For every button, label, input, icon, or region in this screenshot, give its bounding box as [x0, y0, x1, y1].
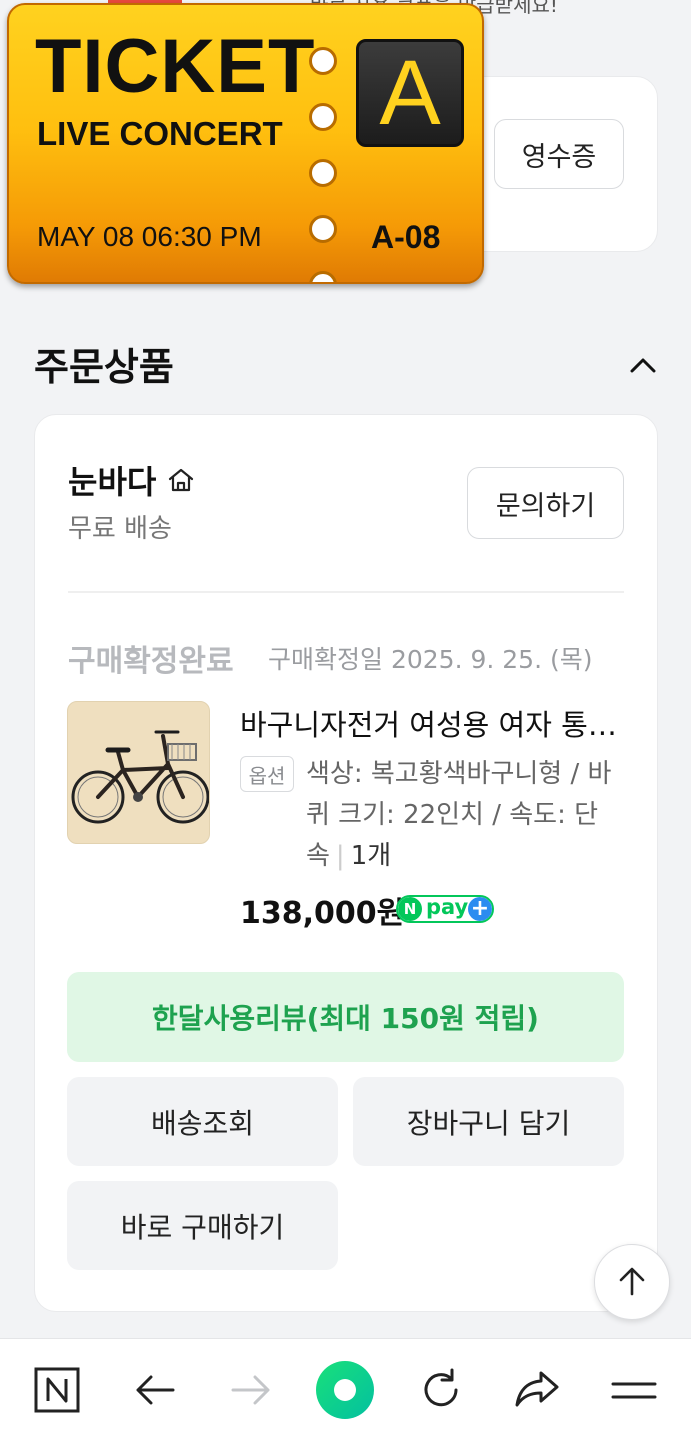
- ticket-seat: A-08: [371, 219, 441, 255]
- buy-now-button[interactable]: 바로 구매하기: [67, 1181, 338, 1270]
- seller-name[interactable]: 눈바다: [68, 457, 156, 503]
- order-status: 구매확정완료: [68, 644, 234, 679]
- arrow-up-icon: [619, 1267, 645, 1296]
- home-icon[interactable]: [166, 465, 196, 495]
- option-text: 색상: 복고황색바구니형 / 바퀴 크기: 22인치 / 속도: 단속 | 1개: [306, 754, 626, 877]
- share-button[interactable]: [507, 1360, 567, 1420]
- ticket-hole: [309, 159, 337, 187]
- confirm-date: 구매확정일 2025. 9. 25. (목): [268, 645, 593, 674]
- inquiry-button[interactable]: 문의하기: [467, 467, 624, 539]
- menu-button[interactable]: [604, 1360, 664, 1420]
- product-name[interactable]: 바구니자전거 여성용 여자 통학용 클래식 자전거: [240, 702, 620, 744]
- receipt-button[interactable]: 영수증: [494, 119, 624, 189]
- product-price: 138,000원: [240, 896, 405, 931]
- ticket-hole: [309, 271, 337, 282]
- menu-icon: [611, 1382, 657, 1399]
- ticket-hole: [309, 215, 337, 243]
- forward-arrow-icon: [231, 1375, 270, 1405]
- home-circle-button[interactable]: [315, 1360, 375, 1420]
- share-icon: [515, 1371, 559, 1407]
- npay-plus-badge: N pay +: [396, 895, 494, 923]
- back-button[interactable]: [125, 1360, 185, 1420]
- ticket-overlay: TICKET LIVE CONCERT MAY 08 06:30 PM A-08…: [7, 3, 484, 284]
- ticket-hole: [309, 47, 337, 75]
- option-badge: 옵션: [240, 756, 294, 792]
- npay-plus-icon: +: [468, 897, 492, 921]
- naver-n-icon: [34, 1367, 80, 1413]
- back-arrow-icon: [136, 1375, 175, 1405]
- quantity: 1개: [350, 841, 392, 871]
- product-thumbnail[interactable]: [67, 701, 210, 844]
- shipping-info: 무료 배송: [68, 514, 172, 544]
- npay-n-icon: N: [398, 897, 422, 921]
- divider: [68, 591, 624, 593]
- review-button[interactable]: 한달사용리뷰(최대 150원 적립): [67, 972, 624, 1062]
- ticket-datetime: MAY 08 06:30 PM: [37, 221, 262, 252]
- add-to-cart-button[interactable]: 장바구니 담기: [353, 1077, 624, 1166]
- chevron-up-icon[interactable]: [628, 350, 658, 380]
- npay-label: pay: [426, 895, 469, 919]
- ticket-letter-emblem: A: [356, 39, 464, 147]
- forward-button[interactable]: [221, 1360, 281, 1420]
- home-circle-icon: [316, 1361, 374, 1419]
- refresh-button[interactable]: [411, 1360, 471, 1420]
- naver-n-button[interactable]: [27, 1360, 87, 1420]
- ticket-hole: [309, 103, 337, 131]
- qty-separator: |: [335, 841, 345, 871]
- ticket-subtitle: LIVE CONCERT: [37, 115, 283, 152]
- bicycle-image: [71, 730, 209, 824]
- track-delivery-button[interactable]: 배송조회: [67, 1077, 338, 1166]
- refresh-icon: [424, 1368, 458, 1407]
- ticket-title: TICKET: [35, 24, 316, 109]
- scroll-top-button[interactable]: [594, 1244, 670, 1320]
- section-title: 주문상품: [34, 345, 174, 389]
